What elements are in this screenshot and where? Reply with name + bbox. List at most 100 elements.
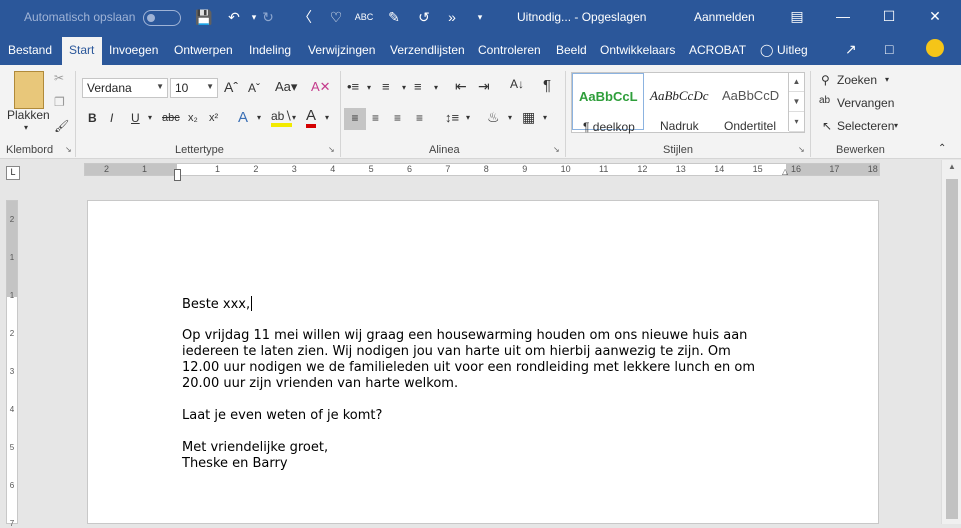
increase-indent-icon[interactable]: ⇥	[478, 78, 490, 95]
change-case-icon[interactable]: Aa▾	[275, 79, 297, 95]
text-effects-icon[interactable]: A	[238, 109, 248, 126]
tab-verzendlijsten[interactable]: Verzendlijsten	[390, 43, 465, 57]
clipboard-paste-icon[interactable]	[14, 71, 44, 109]
style-item-deelkop[interactable]: AaBbCcL ¶ deelkop	[572, 73, 644, 134]
document-line[interactable]: 20.00 uur zijn vrienden van harte welkom…	[182, 376, 458, 391]
refresh-icon[interactable]: ↺	[414, 7, 434, 27]
line-spacing-dropdown-icon[interactable]: ▾	[466, 113, 470, 122]
undo-icon[interactable]: ↶	[224, 7, 244, 27]
save-icon[interactable]: 💾	[194, 7, 214, 27]
indent-marker[interactable]	[174, 169, 181, 181]
underline-button[interactable]: U	[131, 111, 140, 125]
cut-icon[interactable]: ✂	[54, 71, 64, 85]
highlight-dropdown-icon[interactable]: ▾	[292, 113, 296, 122]
underline-dropdown-icon[interactable]: ▾	[148, 113, 152, 122]
styles-launcher-icon[interactable]: ↘	[798, 145, 805, 154]
shading-dropdown-icon[interactable]: ▾	[508, 113, 512, 122]
customize-toolbar-icon[interactable]: ▾	[470, 7, 490, 27]
find-button[interactable]: Zoeken	[837, 73, 877, 87]
numbering-dropdown-icon[interactable]: ▾	[402, 83, 406, 92]
sort-icon[interactable]: A↓	[510, 77, 524, 91]
more-commands-icon[interactable]: »	[442, 7, 462, 27]
vertical-scrollbar[interactable]: ▲	[941, 160, 961, 524]
autosave-toggle[interactable]	[143, 10, 181, 26]
touch-mode-icon[interactable]: ♡	[326, 7, 346, 27]
strikethrough-button[interactable]: abc	[162, 112, 180, 124]
paste-dropdown-icon[interactable]: ▾	[24, 123, 28, 132]
clipboard-launcher-icon[interactable]: ↘	[65, 145, 72, 154]
document-page[interactable]: Beste xxx, Op vrijdag 11 mei willen wij g…	[87, 200, 879, 524]
spelling-icon[interactable]: ABC	[354, 7, 374, 27]
font-size-combo[interactable]: 10 ▼	[170, 78, 218, 98]
select-button[interactable]: Selecteren	[837, 119, 894, 133]
document-line[interactable]: 12.00 uur nodigen we de familieleden uit…	[182, 360, 755, 375]
clear-formatting-icon[interactable]: A✕	[311, 79, 331, 95]
smiley-feedback-icon[interactable]	[926, 39, 944, 57]
tab-ontwerpen[interactable]: Ontwerpen	[174, 43, 233, 57]
decrease-indent-icon[interactable]: ⇤	[455, 78, 467, 95]
grow-font-icon[interactable]: Aˆ	[224, 79, 238, 95]
redo-icon[interactable]: ↻	[258, 7, 278, 27]
italic-button[interactable]: I	[110, 111, 113, 125]
highlight-icon[interactable]: ab∖	[271, 109, 292, 127]
comments-icon[interactable]: □	[885, 41, 893, 57]
tab-indeling[interactable]: Indeling	[249, 43, 291, 57]
tab-invoegen[interactable]: Invoegen	[109, 43, 158, 57]
find-dropdown-icon[interactable]: ▾	[885, 75, 889, 84]
document-line[interactable]: Theske en Barry	[182, 456, 288, 471]
close-icon[interactable]: ✕	[912, 0, 958, 34]
collapse-ribbon-icon[interactable]: ⌃	[938, 143, 946, 154]
borders-dropdown-icon[interactable]: ▾	[543, 113, 547, 122]
bullets-icon[interactable]: •≡	[347, 79, 359, 94]
align-right-icon[interactable]: ≡	[394, 111, 401, 125]
share-icon[interactable]: ↗	[845, 41, 857, 58]
tab-start[interactable]: Start	[62, 37, 103, 65]
style-item-ondertitel[interactable]: AaBbCcD Ondertitel	[720, 73, 788, 133]
tab-acrobat[interactable]: ACROBAT	[689, 43, 746, 57]
shrink-font-icon[interactable]: Aˇ	[248, 81, 260, 95]
align-center-icon[interactable]: ≡	[372, 111, 379, 125]
scroll-up-icon[interactable]: ▲	[948, 162, 956, 171]
numbering-icon[interactable]: ≡	[382, 79, 390, 94]
document-line[interactable]: Laat je even weten of je komt?	[182, 408, 382, 423]
font-launcher-icon[interactable]: ↘	[328, 145, 335, 154]
document-line[interactable]: Met vriendelijke groet,	[182, 440, 328, 455]
tab-beeld[interactable]: Beeld	[556, 43, 587, 57]
tab-controleren[interactable]: Controleren	[478, 43, 541, 57]
multilevel-list-icon[interactable]: ≡	[414, 79, 422, 94]
font-color-dropdown-icon[interactable]: ▾	[325, 113, 329, 122]
align-left-button[interactable]: ≡	[344, 108, 366, 130]
horizontal-ruler[interactable]: △ 2 1 1 2 3 4 5 6 7 8 9 10 11 12 13 14 15 16 17 18	[84, 163, 880, 181]
back-icon[interactable]: 〈	[295, 7, 315, 27]
multilevel-dropdown-icon[interactable]: ▾	[434, 83, 438, 92]
document-line[interactable]: iedereen te laten zien. Wij nodigen jou …	[182, 344, 731, 359]
tab-selector-icon[interactable]: L	[6, 166, 20, 180]
bullets-dropdown-icon[interactable]: ▾	[367, 83, 371, 92]
ribbon-display-icon[interactable]: ▤	[774, 0, 820, 34]
paragraph-launcher-icon[interactable]: ↘	[553, 145, 560, 154]
document-line[interactable]: Op vrijdag 11 mei willen wij graag een h…	[182, 328, 747, 343]
shading-icon[interactable]: ♨	[487, 109, 500, 126]
font-name-combo[interactable]: Verdana ▼	[82, 78, 168, 98]
styles-up-icon[interactable]: ▲	[789, 72, 804, 92]
scroll-thumb[interactable]	[946, 179, 958, 519]
font-color-icon[interactable]: A	[306, 107, 317, 128]
paste-button[interactable]: Plakken	[7, 108, 50, 122]
justify-icon[interactable]: ≡	[416, 111, 423, 125]
maximize-icon[interactable]: ☐	[866, 0, 912, 34]
styles-down-icon[interactable]: ▼	[789, 92, 804, 112]
eraser-icon[interactable]: ✎	[384, 7, 404, 27]
format-painter-icon[interactable]: 🖌	[54, 119, 69, 133]
tab-verwijzingen[interactable]: Verwijzingen	[308, 43, 375, 57]
subscript-button[interactable]: x₂	[188, 112, 198, 124]
style-item-nadruk[interactable]: AaBbCcDc Nadruk	[646, 73, 720, 133]
signin-link[interactable]: Aanmelden	[694, 10, 755, 24]
tab-ontwikkelaars[interactable]: Ontwikkelaars	[600, 43, 675, 57]
borders-icon[interactable]: ▦	[522, 109, 535, 126]
text-effects-dropdown-icon[interactable]: ▾	[257, 113, 261, 122]
right-indent-marker[interactable]: △	[782, 167, 788, 176]
styles-more-icon[interactable]: ▾	[789, 112, 804, 132]
bold-button[interactable]: B	[88, 111, 97, 125]
select-dropdown-icon[interactable]: ▾	[894, 121, 898, 130]
replace-button[interactable]: Vervangen	[837, 96, 894, 110]
